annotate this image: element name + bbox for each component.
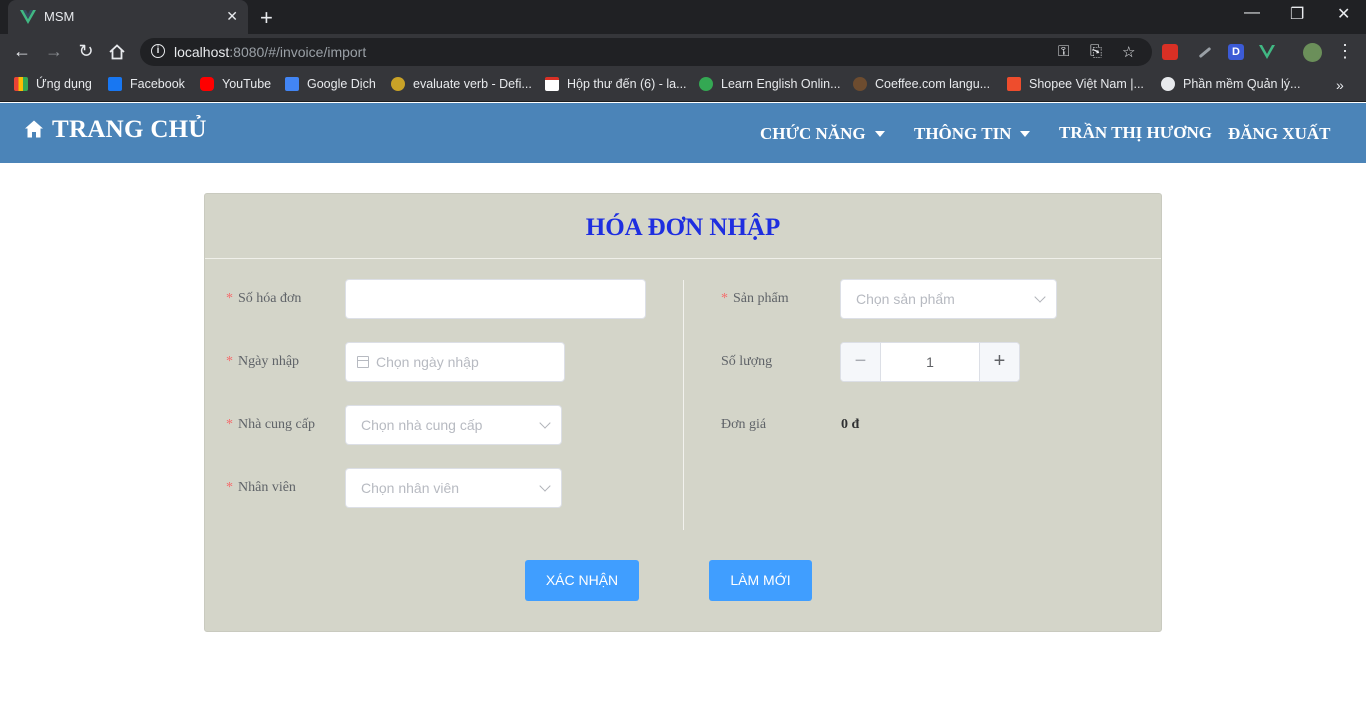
chevron-down-icon	[1034, 291, 1046, 303]
employee-select[interactable]: Chọn nhân viên	[345, 468, 562, 508]
page-title: HÓA ĐƠN NHẬP	[585, 214, 781, 241]
quantity-value[interactable]: 1	[881, 354, 979, 370]
new-tab-icon[interactable]: +	[260, 5, 273, 31]
invoice-number-input[interactable]	[345, 279, 646, 319]
apps-grid-icon	[14, 77, 28, 91]
vue-logo-icon	[20, 10, 36, 24]
bookmark-apps[interactable]: Ứng dụng	[14, 77, 92, 95]
learn-english-icon	[699, 77, 713, 91]
chevron-down-icon	[539, 480, 551, 492]
key-icon[interactable]: ⚿	[1058, 43, 1069, 60]
reload-icon[interactable]: ↻	[75, 41, 97, 62]
site-info-icon[interactable]: i	[151, 44, 165, 58]
bookmark-google-translate[interactable]: Google Dịch	[285, 77, 376, 95]
bookmark-star-icon[interactable]: ☆	[1122, 43, 1135, 61]
profile-avatar[interactable]	[1303, 43, 1322, 62]
globe-icon	[1161, 77, 1175, 91]
bookmark-youtube[interactable]: YouTube	[200, 77, 271, 95]
browser-toolbar: ← → ↻ i localhost:8080/#/invoice/import …	[0, 34, 1366, 70]
translate-icon[interactable]: ⎘	[1090, 43, 1102, 60]
address-bar[interactable]: i localhost:8080/#/invoice/import ⚿ ⎘ ☆	[140, 38, 1152, 66]
unit-price-label: Đơn giá	[721, 417, 767, 432]
back-icon[interactable]: ←	[11, 41, 33, 62]
employee-label: * Nhân viên	[226, 480, 296, 495]
coeffee-icon	[853, 77, 867, 91]
close-tab-icon[interactable]: ✕	[226, 8, 238, 25]
unit-price-value: 0 đ	[841, 417, 860, 432]
gmail-icon	[545, 77, 559, 91]
import-date-label: * Ngày nhập	[226, 354, 300, 369]
product-label: * Sản phẩm	[721, 291, 789, 306]
bookmark-gmail[interactable]: Hộp thư đến (6) - la...	[545, 77, 687, 95]
shopee-icon	[1007, 77, 1021, 91]
extension-d-icon[interactable]: D	[1228, 44, 1244, 60]
supplier-label: * Nhà cung cấp	[226, 417, 315, 432]
menu-kebab-icon[interactable]: ⋮	[1334, 41, 1356, 62]
google-translate-icon	[285, 77, 299, 91]
supplier-select[interactable]: Chọn nhà cung cấp	[345, 405, 562, 445]
vue-devtools-icon[interactable]	[1258, 44, 1276, 60]
bookmark-learn-english[interactable]: Learn English Onlin...	[699, 77, 841, 95]
bookmark-facebook[interactable]: Facebook	[108, 77, 185, 95]
invoice-number-label: * Số hóa đơn	[226, 291, 302, 306]
bookmark-evaluate[interactable]: evaluate verb - Defi...	[391, 77, 532, 95]
nav-info-dropdown[interactable]: THÔNG TIN	[914, 124, 1031, 144]
more-bookmarks-icon[interactable]: »	[1336, 77, 1344, 95]
forward-icon[interactable]: →	[43, 41, 65, 62]
dictionary-icon	[391, 77, 405, 91]
minimize-icon[interactable]: —	[1244, 4, 1260, 22]
nav-logout[interactable]: ĐĂNG XUẤT	[1228, 124, 1330, 144]
increase-button[interactable]: +	[979, 343, 1019, 381]
reset-button[interactable]: LÀM MỚI	[709, 560, 812, 601]
extension-pen-icon[interactable]	[1198, 46, 1212, 59]
url-text: localhost:8080/#/invoice/import	[174, 44, 367, 60]
bookmark-coeffee[interactable]: Coeffee.com langu...	[853, 77, 990, 95]
caret-down-icon	[1020, 131, 1031, 137]
nav-features-dropdown[interactable]: CHỨC NĂNG	[760, 124, 885, 144]
browser-tab[interactable]: MSM ✕	[8, 0, 248, 34]
calendar-icon	[357, 356, 369, 368]
bookmark-quan-ly[interactable]: Phần mềm Quản lý...	[1161, 77, 1300, 95]
import-invoice-card: HÓA ĐƠN NHẬP * Số hóa đơn * Ngày nhập Chọn…	[204, 193, 1162, 632]
browser-tab-bar: MSM ✕ + — ❐ ✕	[0, 0, 1366, 34]
product-select[interactable]: Chọn sản phẩm	[840, 279, 1057, 319]
tab-title: MSM	[44, 9, 75, 24]
bookmarks-bar: Ứng dụng Facebook YouTube Google Dịch ev…	[0, 70, 1366, 102]
home-link[interactable]: TRANG CHỦ	[24, 116, 207, 144]
app-header: TRANG CHỦ CHỨC NĂNG THÔNG TIN TRẦN THỊ H…	[0, 103, 1366, 163]
quantity-stepper[interactable]: − 1 +	[840, 342, 1020, 382]
nav-user[interactable]: TRẦN THỊ HƯƠNG	[1059, 123, 1212, 143]
close-window-icon[interactable]: ✕	[1337, 4, 1350, 24]
home-browser-icon[interactable]	[108, 43, 126, 61]
quantity-label: Số lượng	[721, 354, 773, 369]
caret-down-icon	[874, 131, 885, 137]
facebook-icon	[108, 77, 122, 91]
chevron-down-icon	[539, 417, 551, 429]
confirm-button[interactable]: XÁC NHẬN	[525, 560, 639, 601]
title-divider	[205, 258, 1161, 259]
home-icon	[25, 120, 43, 138]
import-date-picker[interactable]: Chọn ngày nhập	[345, 342, 565, 382]
extension-new-icon[interactable]	[1162, 44, 1178, 60]
decrease-button[interactable]: −	[841, 343, 881, 381]
restore-icon[interactable]: ❐	[1290, 4, 1304, 24]
youtube-icon	[200, 77, 214, 91]
column-divider	[683, 280, 684, 530]
bookmark-shopee[interactable]: Shopee Việt Nam |...	[1007, 77, 1144, 95]
